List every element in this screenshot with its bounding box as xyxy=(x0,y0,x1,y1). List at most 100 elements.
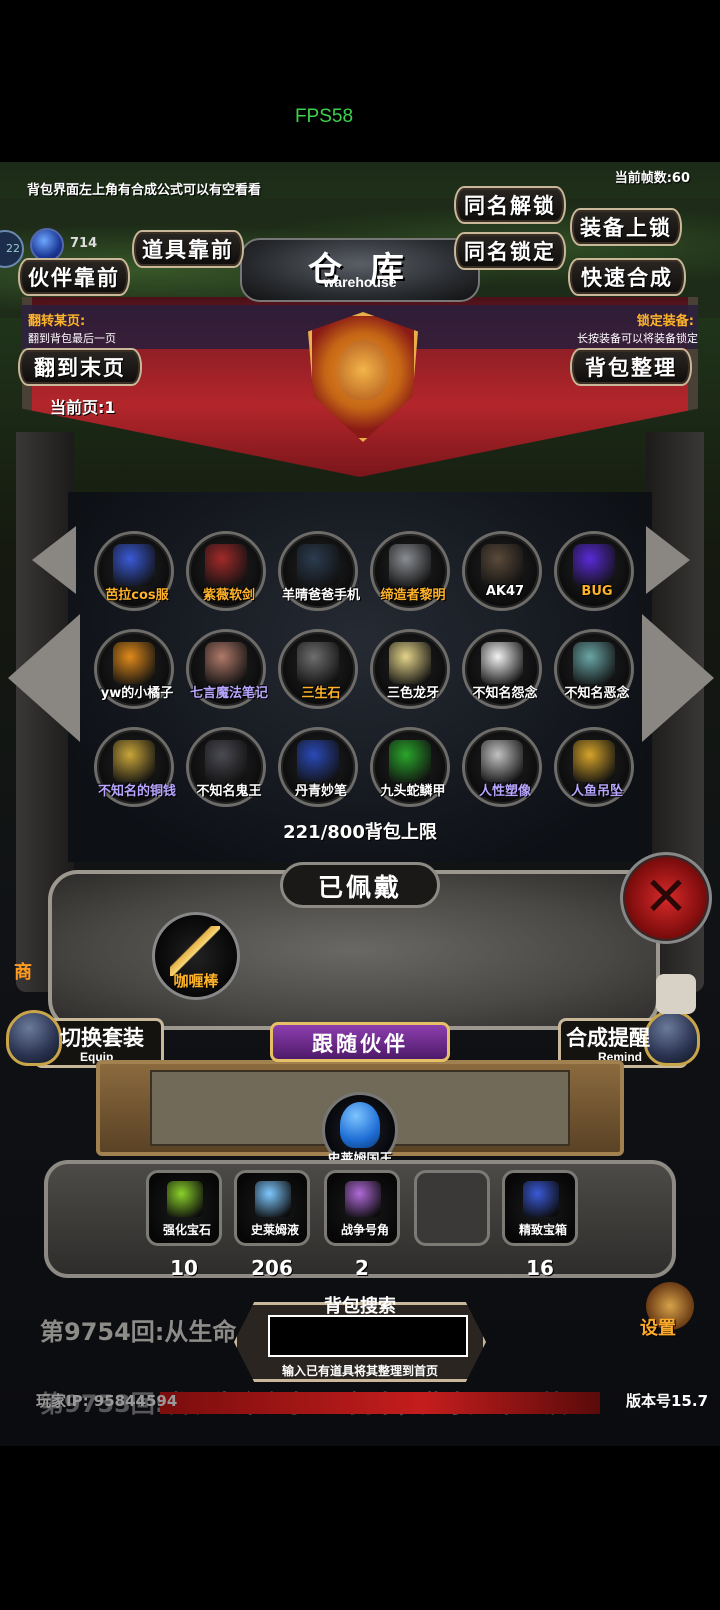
helmet-icon xyxy=(644,1010,700,1066)
item-icon xyxy=(113,642,155,684)
lock-equip-desc: 长按装备可以将装备锁定 xyxy=(577,332,698,345)
inventory-slot[interactable]: 不知名恶念 xyxy=(554,629,634,709)
gem-count: 714 xyxy=(70,236,98,251)
item-icon xyxy=(481,740,523,782)
item-icon xyxy=(205,642,247,684)
material-icon xyxy=(255,1181,291,1217)
dice-icon[interactable] xyxy=(656,974,696,1014)
item-icon xyxy=(573,740,615,782)
inventory-slot[interactable]: 七言魔法笔记 xyxy=(186,629,268,709)
material-slot[interactable]: 史莱姆液 xyxy=(234,1170,310,1246)
unlock-same-name-button[interactable]: 同名解锁 xyxy=(454,186,566,224)
settings-button[interactable]: 设置 xyxy=(640,1314,676,1340)
last-page-arrow-icon[interactable] xyxy=(642,614,714,742)
material-icon xyxy=(167,1181,203,1217)
inventory-slot[interactable]: BUG xyxy=(554,531,634,611)
material-name: 强化宝石 xyxy=(162,1223,211,1237)
helmet-icon xyxy=(6,1010,62,1066)
inventory-slot[interactable]: 人性塑像 xyxy=(462,727,542,807)
companions-first-button[interactable]: 伙伴靠前 xyxy=(18,258,130,296)
item-name: 人鱼吊坠 xyxy=(570,784,623,799)
item-icon xyxy=(113,544,155,586)
item-icon xyxy=(573,544,615,586)
material-count: 10 xyxy=(170,1256,198,1280)
material-name: 精致宝箱 xyxy=(518,1223,567,1237)
item-icon xyxy=(297,544,339,586)
item-icon xyxy=(205,544,247,586)
version-number: 版本号15.7 xyxy=(626,1392,709,1410)
inventory-slot[interactable]: 紫薇软剑 xyxy=(186,531,266,611)
lock-equip-title: 锁定装备: xyxy=(636,314,694,329)
flip-page-title: 翻转某页: xyxy=(28,314,86,329)
item-icon xyxy=(481,544,523,586)
items-first-button[interactable]: 道具靠前 xyxy=(132,230,244,268)
material-slot[interactable]: 精致宝箱 xyxy=(502,1170,578,1246)
inventory-slot[interactable]: 羊晴爸爸手机 xyxy=(278,531,360,611)
companion-title: 跟随伙伴 xyxy=(312,1032,408,1056)
item-name: 不知名恶念 xyxy=(564,686,630,701)
bag-search-input[interactable] xyxy=(268,1315,468,1357)
lion-head-icon xyxy=(338,340,388,400)
inventory-slot[interactable]: 人鱼吊坠 xyxy=(554,727,634,807)
item-icon xyxy=(481,642,523,684)
material-icon xyxy=(523,1181,559,1217)
material-count: 16 xyxy=(526,1256,554,1280)
story-log-line: 第9754回:从生命 xyxy=(40,1318,237,1346)
item-icon xyxy=(573,642,615,684)
flip-page-desc: 翻到背包最后一页 xyxy=(28,332,116,345)
search-hint: 输入已有道具将其整理到首页 xyxy=(281,1364,438,1378)
fps-overlay: FPS58 xyxy=(294,106,354,127)
swap-equip-label: 切换套装 xyxy=(60,1026,144,1050)
shop-tab[interactable]: 商 xyxy=(14,958,32,984)
item-icon xyxy=(297,642,339,684)
item-name: BUG xyxy=(581,584,613,599)
material-name: 史莱姆液 xyxy=(250,1223,299,1237)
item-icon xyxy=(389,642,431,684)
current-fps: 当前帧数:60 xyxy=(614,171,690,186)
lock-same-name-button[interactable]: 同名锁定 xyxy=(454,232,566,270)
material-name: 战争号角 xyxy=(340,1223,389,1237)
first-page-arrow-icon[interactable] xyxy=(8,614,80,742)
inventory-slot[interactable]: 芭拉cos服 xyxy=(94,531,174,611)
material-count: 206 xyxy=(251,1256,293,1280)
lock-equipment-button[interactable]: 装备上锁 xyxy=(570,208,682,246)
inventory-slot[interactable]: 不知名怨念 xyxy=(462,629,542,709)
material-count: 2 xyxy=(355,1256,369,1280)
inventory-slot[interactable]: 九头蛇鳞甲 xyxy=(370,727,450,807)
gem-icon xyxy=(30,228,64,262)
material-slot[interactable]: 战争号角 xyxy=(324,1170,400,1246)
inventory-slot[interactable]: 三色龙牙 xyxy=(370,629,450,709)
craft-remind-label: 合成提醒 xyxy=(566,1026,650,1050)
tip-text: 背包界面左上角有合成公式可以有空看看 xyxy=(27,183,262,198)
hp-bar xyxy=(160,1392,600,1414)
item-icon xyxy=(113,740,155,782)
goto-last-page-button[interactable]: 翻到末页 xyxy=(18,348,142,386)
item-icon xyxy=(205,740,247,782)
equipped-weapon-name: 咖喱棒 xyxy=(173,972,219,990)
player-ip: 玩家IP: 95844594 xyxy=(36,1392,178,1410)
current-page: 当前页:1 xyxy=(50,398,116,417)
inventory-slot[interactable]: 三生石 xyxy=(278,629,358,709)
material-slot[interactable] xyxy=(414,1170,490,1246)
inventory-slot[interactable]: 丹青妙笔 xyxy=(278,727,358,807)
close-button[interactable]: ✕ xyxy=(620,852,712,944)
sword-icon xyxy=(170,926,220,976)
inventory-slot[interactable]: yw的小橘子 xyxy=(94,629,174,709)
prev-page-arrow-icon[interactable] xyxy=(32,526,76,594)
inventory-slot[interactable]: 不知名鬼王 xyxy=(186,727,266,807)
warehouse-subtitle: warehouse xyxy=(323,274,397,290)
inventory-slot[interactable]: AK47 xyxy=(462,531,542,611)
item-icon xyxy=(389,544,431,586)
material-icon xyxy=(345,1181,381,1217)
bottom-bar xyxy=(0,1446,720,1610)
material-slot[interactable]: 强化宝石 xyxy=(146,1170,222,1246)
item-icon xyxy=(389,740,431,782)
quick-craft-button[interactable]: 快速合成 xyxy=(568,258,686,296)
inventory-slot[interactable]: 缔造者黎明 xyxy=(370,531,450,611)
sort-bag-button[interactable]: 背包整理 xyxy=(570,348,692,386)
item-icon xyxy=(297,740,339,782)
game-screen: 背包界面左上角有合成公式可以有空看看 当前帧数:60 22 714 翻转某页: … xyxy=(0,162,720,1446)
inventory-slot[interactable]: 不知名的铜钱 xyxy=(94,727,176,807)
bag-capacity: 221/800背包上限 xyxy=(283,822,437,843)
equipped-title: 已佩戴 xyxy=(317,873,402,902)
